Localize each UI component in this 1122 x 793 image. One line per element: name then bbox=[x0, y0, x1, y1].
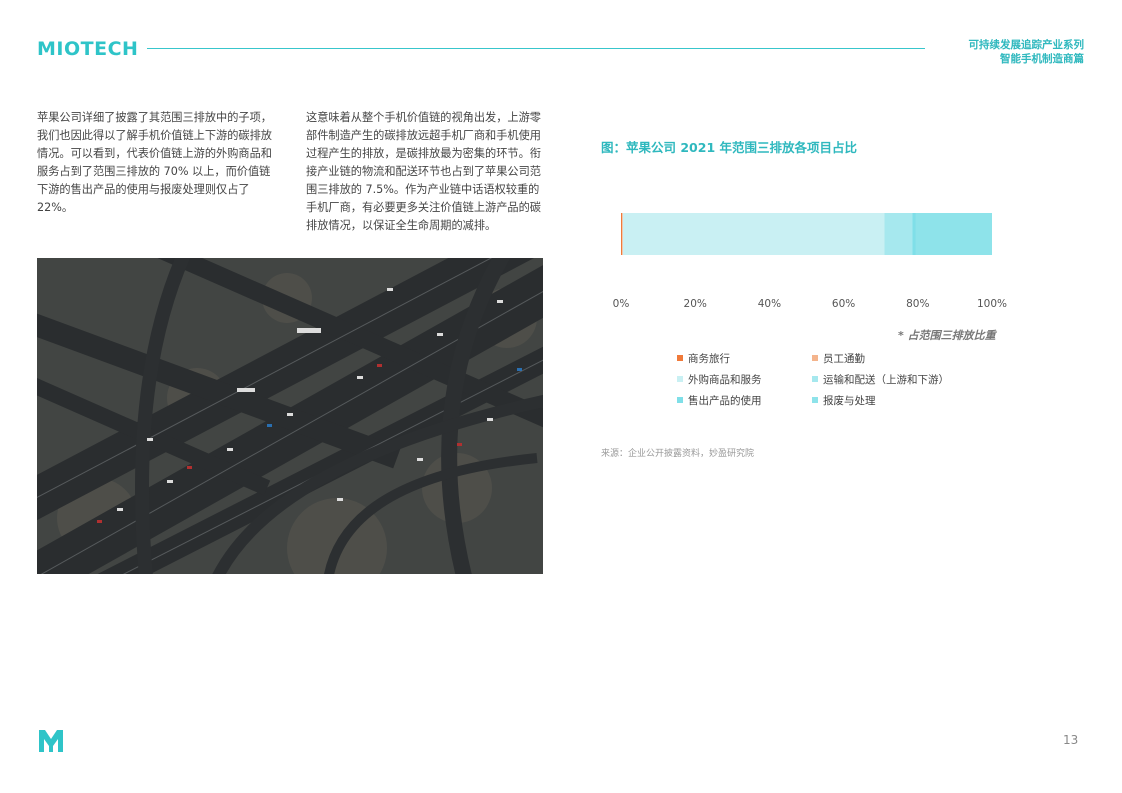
header-rule bbox=[147, 48, 925, 49]
series-title: 可持续发展追踪产业系列 智能手机制造商篇 bbox=[969, 38, 1085, 66]
legend-swatch bbox=[677, 355, 683, 361]
bar-segment-0 bbox=[621, 213, 623, 255]
bar-segment-2 bbox=[622, 213, 885, 255]
legend-label: 售出产品的使用 bbox=[688, 395, 762, 407]
legend-label: 外购商品和服务 bbox=[688, 374, 762, 386]
legend-swatch bbox=[812, 376, 818, 382]
stacked-bar-chart: 0% 20% 40% 60% 80% 100% bbox=[613, 213, 1007, 310]
legend-item: 报废与处理 bbox=[812, 393, 876, 408]
legend-item: 外购商品和服务 bbox=[677, 372, 762, 387]
miotech-m-logo-icon bbox=[39, 730, 63, 752]
x-tick-label: 60% bbox=[832, 298, 855, 310]
legend-swatch bbox=[677, 397, 683, 403]
series-line-2: 智能手机制造商篇 bbox=[1000, 53, 1084, 65]
brand-logo: MIOTECH bbox=[37, 38, 139, 60]
source-note: 来源：企业公开披露资料，妙盈研究院 bbox=[601, 449, 755, 459]
x-tick-label: 100% bbox=[977, 298, 1007, 310]
legend-item: 售出产品的使用 bbox=[677, 393, 762, 408]
legend-label: 员工通勤 bbox=[823, 353, 865, 365]
x-tick-label: 20% bbox=[684, 298, 707, 310]
x-tick-label: 80% bbox=[906, 298, 929, 310]
legend-item: 运输和配送（上游和下游） bbox=[812, 372, 949, 387]
x-tick-label: 40% bbox=[758, 298, 781, 310]
legend-label: 运输和配送（上游和下游） bbox=[823, 374, 949, 386]
legend-label: 报废与处理 bbox=[823, 395, 876, 407]
highway-interchange-photo bbox=[37, 258, 543, 574]
page-number: 13 bbox=[1063, 733, 1079, 747]
bar-segment-1 bbox=[622, 213, 623, 255]
body-paragraph-1: 苹果公司详细了披露了其范围三排放中的子项，我们也因此得以了解手机价值链上下游的碳… bbox=[37, 111, 272, 214]
bar-segment-3 bbox=[884, 213, 913, 255]
legend-swatch bbox=[677, 376, 683, 382]
legend-item: 员工通勤 bbox=[812, 351, 865, 366]
bar-segment-4 bbox=[912, 213, 916, 255]
x-tick-label: 0% bbox=[613, 298, 630, 310]
series-line-1: 可持续发展追踪产业系列 bbox=[968, 39, 1085, 51]
bar-segment-5 bbox=[915, 213, 992, 255]
legend-item: 商务旅行 bbox=[677, 351, 730, 366]
aerial-highway-image bbox=[37, 258, 543, 574]
legend-swatch bbox=[812, 355, 818, 361]
body-paragraph-2: 这意味着从整个手机价值链的视角出发，上游零部件制造产生的碳排放远超手机厂商和手机… bbox=[306, 111, 541, 232]
chart-note: * 占范围三排放比重 bbox=[898, 329, 996, 342]
figure-title: 图：苹果公司 2021 年范围三排放各项目占比 bbox=[601, 140, 857, 155]
legend-swatch bbox=[812, 397, 818, 403]
legend-label: 商务旅行 bbox=[688, 353, 730, 365]
